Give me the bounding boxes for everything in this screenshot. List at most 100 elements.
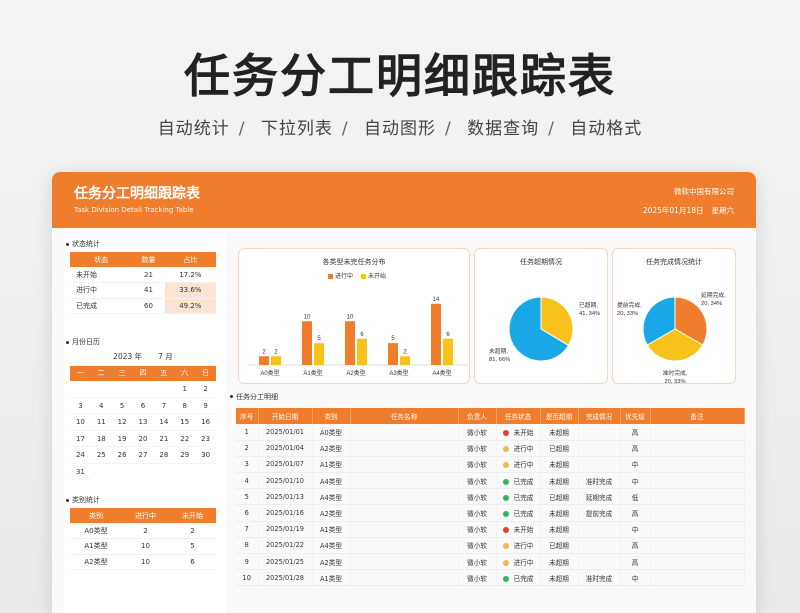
column-header[interactable]: 开始日期 <box>258 408 313 424</box>
category-cell[interactable]: A0类型 <box>312 424 351 441</box>
overdue-flag-cell[interactable]: 已超期 <box>540 488 579 506</box>
calendar-day[interactable]: 7 <box>153 398 175 414</box>
overdue-flag-cell[interactable]: 未超期 <box>540 504 579 522</box>
calendar-day[interactable]: 31 <box>70 464 91 480</box>
overdue-flag-cell[interactable]: 未超期 <box>540 472 579 490</box>
row-number-cell[interactable]: 10 <box>236 569 259 587</box>
task-status-cell[interactable]: 进行中 <box>496 456 541 474</box>
category-cell[interactable]: A2类型 <box>312 504 351 522</box>
calendar-day[interactable]: 19 <box>111 431 133 447</box>
task-name-cell[interactable] <box>350 440 459 457</box>
task-status-cell[interactable]: 进行中 <box>496 440 541 457</box>
table-row[interactable]: A2类型 10 6 <box>70 554 216 570</box>
completion-cell[interactable]: 延期完成 <box>578 488 621 506</box>
calendar-day[interactable]: 2 <box>195 381 216 398</box>
table-row[interactable]: 1 2025/01/01 A0类型 微小软 未开始 未超期 高 <box>236 424 745 441</box>
table-row[interactable]: A1类型 10 5 <box>70 538 216 555</box>
table-row[interactable]: 3 2025/01/07 A1类型 微小软 进行中 未超期 中 <box>236 456 745 474</box>
task-status-cell[interactable]: 未开始 <box>496 424 541 441</box>
start-date-cell[interactable]: 2025/01/13 <box>258 488 313 506</box>
overdue-flag-cell[interactable]: 未超期 <box>540 456 579 474</box>
calendar-day[interactable]: 16 <box>195 414 216 431</box>
calendar-day[interactable]: 3 <box>70 398 91 414</box>
start-date-cell[interactable]: 2025/01/10 <box>258 472 313 490</box>
completion-cell[interactable] <box>578 456 621 474</box>
company-name[interactable]: 微软中国有限公司 <box>674 186 734 197</box>
row-number-cell[interactable]: 7 <box>236 521 259 538</box>
start-date-cell[interactable]: 2025/01/19 <box>258 521 313 538</box>
calendar-day[interactable]: 17 <box>70 431 91 447</box>
start-date-cell[interactable]: 2025/01/22 <box>258 537 313 555</box>
start-date-cell[interactable]: 2025/01/07 <box>258 456 313 474</box>
owner-cell[interactable]: 微小软 <box>458 537 497 555</box>
category-cell[interactable]: A4类型 <box>312 472 351 490</box>
row-number-cell[interactable]: 5 <box>236 488 259 506</box>
start-date-cell[interactable]: 2025/01/25 <box>258 553 313 571</box>
calendar-day[interactable]: 13 <box>132 414 154 431</box>
row-number-cell[interactable]: 4 <box>236 472 259 490</box>
note-cell[interactable] <box>650 440 745 457</box>
category-cell[interactable]: A1类型 <box>312 521 351 538</box>
task-status-cell[interactable]: 未开始 <box>496 521 541 538</box>
task-name-cell[interactable] <box>350 504 459 522</box>
owner-cell[interactable]: 微小软 <box>458 456 497 474</box>
bar-1-2[interactable] <box>357 338 367 365</box>
task-status-cell[interactable]: 进行中 <box>496 537 541 555</box>
category-cell[interactable]: A1类型 <box>312 569 351 587</box>
table-row[interactable]: 已完成 60 49.2% <box>70 298 216 314</box>
table-row[interactable]: 进行中 41 33.6% <box>70 282 216 299</box>
note-cell[interactable] <box>650 537 745 555</box>
calendar-month[interactable]: 7 月 <box>158 352 173 361</box>
task-status-cell[interactable]: 已完成 <box>496 504 541 522</box>
calendar-day[interactable]: 20 <box>132 431 154 447</box>
completion-cell[interactable] <box>578 424 621 441</box>
calendar-day[interactable]: 25 <box>90 447 112 464</box>
owner-cell[interactable]: 微小软 <box>458 521 497 538</box>
calendar-day[interactable]: 28 <box>153 447 175 464</box>
task-status-cell[interactable]: 已完成 <box>496 472 541 490</box>
bar-0-2[interactable] <box>345 321 355 365</box>
column-header[interactable]: 序号 <box>236 408 259 424</box>
table-row[interactable]: 6 2025/01/16 A2类型 微小软 已完成 未超期 提前完成高 <box>236 504 745 522</box>
table-row[interactable]: 9 2025/01/25 A2类型 微小软 进行中 未超期 高 <box>236 553 745 571</box>
table-row[interactable]: 5 2025/01/13 A4类型 微小软 已完成 已超期 延期完成低 <box>236 488 745 506</box>
note-cell[interactable] <box>650 569 745 587</box>
priority-cell[interactable]: 中 <box>620 521 651 538</box>
category-cell[interactable]: A1类型 <box>312 456 351 474</box>
bar-1-0[interactable] <box>271 356 281 365</box>
task-name-cell[interactable] <box>350 488 459 506</box>
completion-cell[interactable] <box>578 553 621 571</box>
calendar-day[interactable]: 23 <box>195 431 216 447</box>
note-cell[interactable] <box>650 456 745 474</box>
calendar-day[interactable]: 9 <box>195 398 216 414</box>
calendar-day[interactable]: 12 <box>111 414 133 431</box>
bar-0-3[interactable] <box>388 343 398 365</box>
calendar-day[interactable]: 4 <box>90 398 112 414</box>
calendar-day[interactable]: 14 <box>153 414 175 431</box>
bar-1-4[interactable] <box>443 338 453 365</box>
owner-cell[interactable]: 微小软 <box>458 440 497 457</box>
note-cell[interactable] <box>650 521 745 538</box>
overdue-flag-cell[interactable]: 未超期 <box>540 569 579 587</box>
note-cell[interactable] <box>650 504 745 522</box>
calendar-day[interactable]: 22 <box>174 431 196 447</box>
overdue-flag-cell[interactable]: 未超期 <box>540 521 579 538</box>
calendar-day[interactable]: 21 <box>153 431 175 447</box>
owner-cell[interactable]: 微小软 <box>458 553 497 571</box>
start-date-cell[interactable]: 2025/01/28 <box>258 569 313 587</box>
task-name-cell[interactable] <box>350 569 459 587</box>
calendar-day[interactable]: 24 <box>70 447 91 464</box>
column-header[interactable]: 是否超期 <box>540 408 579 424</box>
completion-cell[interactable]: 准时完成 <box>578 569 621 587</box>
column-header[interactable]: 备注 <box>650 408 745 424</box>
bar-0-4[interactable] <box>431 303 441 365</box>
owner-cell[interactable]: 微小软 <box>458 488 497 506</box>
task-status-cell[interactable]: 已完成 <box>496 488 541 506</box>
priority-cell[interactable]: 高 <box>620 537 651 555</box>
priority-cell[interactable]: 高 <box>620 424 651 441</box>
priority-cell[interactable]: 高 <box>620 504 651 522</box>
calendar-day[interactable]: 5 <box>111 398 133 414</box>
row-number-cell[interactable]: 3 <box>236 456 259 474</box>
table-row[interactable]: A0类型 2 2 <box>70 523 216 539</box>
row-number-cell[interactable]: 6 <box>236 504 259 522</box>
